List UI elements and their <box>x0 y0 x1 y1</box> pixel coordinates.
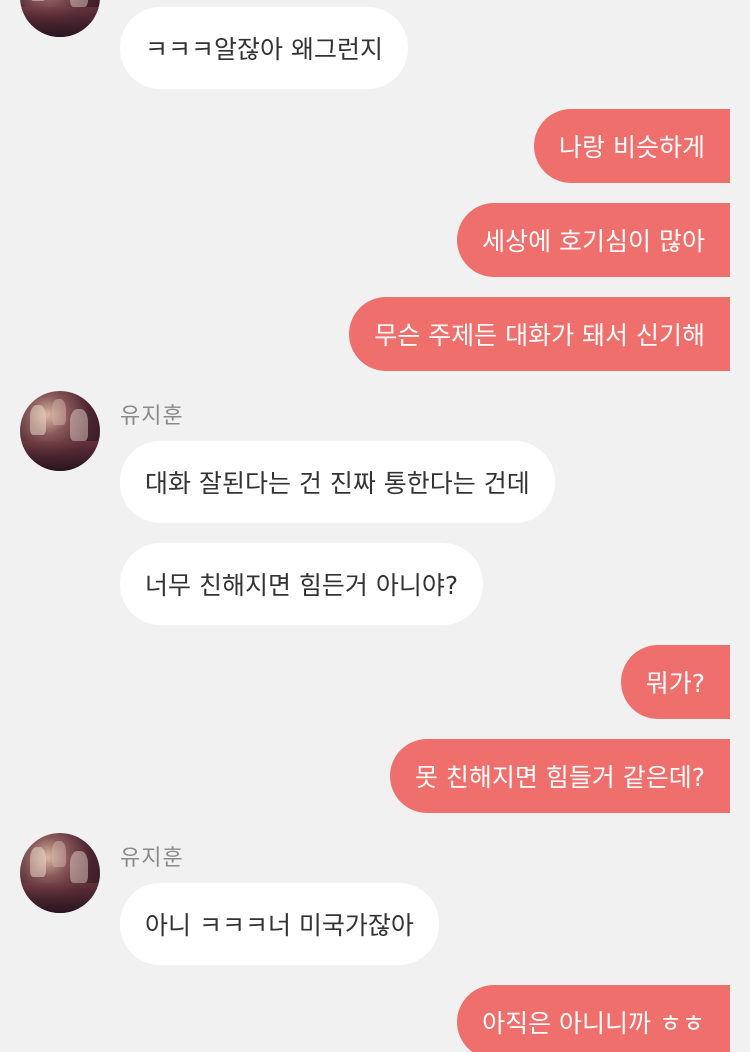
message-text: 대화 잘된다는 건 진짜 통한다는 건데 <box>145 469 530 498</box>
avatar-photo <box>52 841 66 867</box>
avatar-photo <box>30 405 46 435</box>
message-text: 뭐가? <box>645 669 705 698</box>
contact-avatar[interactable] <box>20 833 100 913</box>
outgoing-message-bubble[interactable]: 아직은 아니니까 ㅎㅎ <box>457 985 730 1052</box>
outgoing-message-bubble[interactable]: 세상에 호기심이 많아 <box>457 203 730 277</box>
avatar-photo <box>52 399 66 425</box>
sender-name: 유지훈 <box>120 846 184 871</box>
avatar-photo <box>70 851 88 883</box>
avatar-photo <box>20 441 100 471</box>
avatar-photo <box>30 0 46 1</box>
message-text: 너무 친해지면 힘든거 아니야? <box>145 571 459 600</box>
contact-avatar[interactable] <box>20 0 100 37</box>
contact-avatar[interactable] <box>20 391 100 471</box>
sender-name: 유지훈 <box>120 404 184 429</box>
outgoing-message-bubble[interactable]: 뭐가? <box>620 645 730 719</box>
message-text: 못 친해지면 힘들거 같은데? <box>414 763 705 792</box>
avatar-photo <box>70 409 88 441</box>
message-text: 나랑 비슷하게 <box>559 133 705 162</box>
incoming-message-bubble[interactable]: 너무 친해지면 힘든거 아니야? <box>120 543 484 625</box>
avatar-photo <box>20 883 100 913</box>
outgoing-message-bubble[interactable]: 무슨 주제든 대화가 돼서 신기해 <box>349 297 730 371</box>
outgoing-message-bubble[interactable]: 나랑 비슷하게 <box>534 109 730 183</box>
incoming-message-bubble[interactable]: ㅋㅋㅋ알잖아 왜그런지 <box>120 7 408 89</box>
message-text: 무슨 주제든 대화가 돼서 신기해 <box>374 321 705 350</box>
outgoing-message-bubble[interactable]: 못 친해지면 힘들거 같은데? <box>389 739 730 813</box>
message-text: 아직은 아니니까 ㅎㅎ <box>482 1009 705 1038</box>
avatar-photo <box>30 847 46 877</box>
message-text: ㅋㅋㅋ알잖아 왜그런지 <box>145 35 383 64</box>
avatar-photo <box>70 0 88 7</box>
incoming-message-bubble[interactable]: 대화 잘된다는 건 진짜 통한다는 건데 <box>120 441 555 523</box>
incoming-message-bubble[interactable]: 아니 ㅋㅋㅋ너 미국가잖아 <box>120 883 439 965</box>
message-text: 아니 ㅋㅋㅋ너 미국가잖아 <box>145 911 414 940</box>
message-text: 세상에 호기심이 많아 <box>482 227 705 256</box>
avatar-photo <box>20 7 100 37</box>
